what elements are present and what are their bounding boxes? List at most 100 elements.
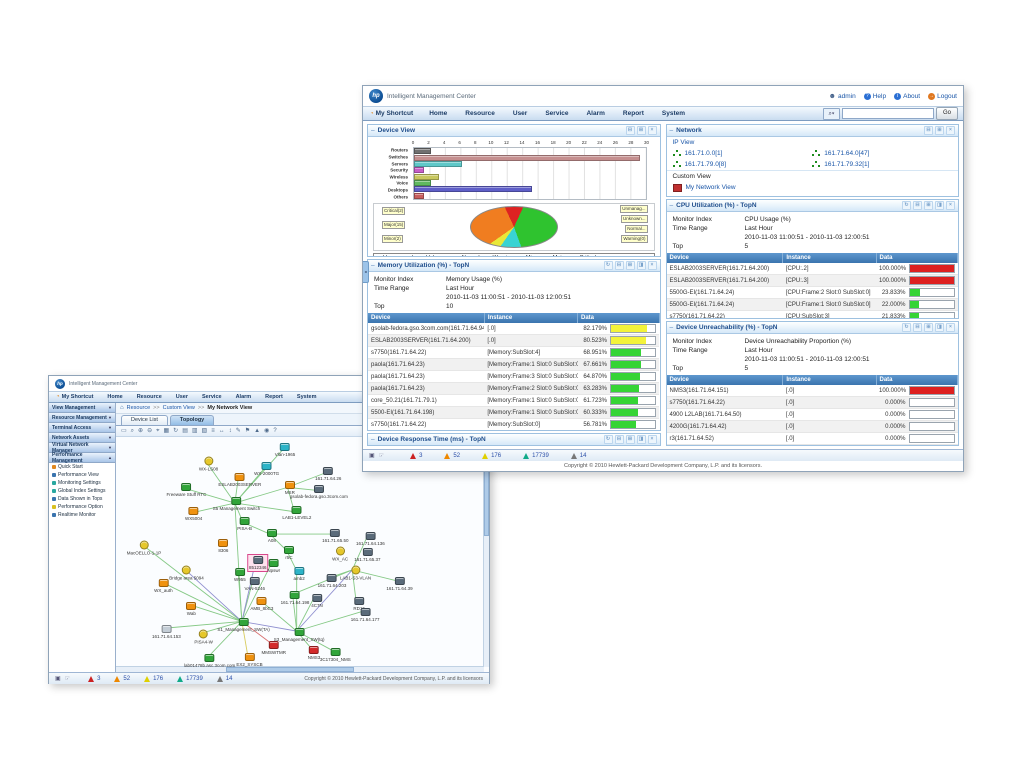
up-level-icon[interactable]: ▲ xyxy=(254,426,260,436)
alarm-info[interactable]: 14 xyxy=(217,676,233,682)
topology-node[interactable]: WX5004 xyxy=(185,507,202,521)
expand-icon[interactable]: ↔ xyxy=(219,426,225,436)
table-row[interactable]: 5500G-EI(161.71.64.24)[CPU:Frame:2 Slot:… xyxy=(667,287,958,299)
tab-topology[interactable]: Topology xyxy=(170,415,214,425)
topology-node[interactable]: gsolab-fedora.gso.3com.com xyxy=(290,485,348,499)
topology-canvas[interactable]: Vlan-1965WX-LS08WX-2000TG161.71.64.26ESL… xyxy=(116,437,489,672)
menu-item-home[interactable]: Home xyxy=(420,110,456,117)
minimize-icon[interactable]: ⊟ xyxy=(913,323,922,332)
menu-item-resource[interactable]: Resource xyxy=(456,110,504,117)
close-icon[interactable]: × xyxy=(648,435,657,444)
minimize-icon[interactable]: ⊟ xyxy=(913,201,922,210)
ip-view-link[interactable]: IP View xyxy=(673,139,695,146)
topology-node[interactable]: Bridge area 5094 xyxy=(169,565,204,580)
menu-item-home[interactable]: Home xyxy=(100,394,129,400)
menu-item-alarm[interactable]: Alarm xyxy=(229,394,259,400)
grid-icon[interactable]: ▦ xyxy=(164,426,170,436)
table-row[interactable]: s7750(161.71.64.22)[.0]0.000% xyxy=(667,397,958,409)
flag-icon[interactable]: ⚑ xyxy=(245,426,250,436)
table-row[interactable]: 4900 L2LAB(161.71.64.50)[.0]0.000% xyxy=(667,409,958,421)
list-icon[interactable]: ≡ xyxy=(211,426,215,436)
table-row[interactable]: core_50.21(161.71.79.1)[Memory:Frame:1 S… xyxy=(368,395,659,407)
topology-node[interactable]: WX_auth xyxy=(154,579,173,593)
table-row[interactable]: 5500-EI(161.71.64.198)[Memory:Frame:1 Sl… xyxy=(368,407,659,419)
topology-node[interactable]: Npswr xyxy=(267,559,280,573)
table-row[interactable]: ESLAB2003SERVER(161.71.64.200)[.0]80.523… xyxy=(368,335,659,347)
table-row[interactable]: paola(161.71.64.23)[Memory:Frame:1 Slot:… xyxy=(368,359,659,371)
table-row[interactable]: gsolab-fedora.gso.3com.com(161.71.64.94)… xyxy=(368,323,659,335)
topology-node[interactable]: 4C7N xyxy=(311,594,323,608)
topology-node[interactable]: 8512346 xyxy=(248,555,268,571)
table-row[interactable]: ESLAB2003SERVER(161.71.64.200)[CPU:.2]10… xyxy=(667,263,958,275)
select-icon[interactable]: ▭ xyxy=(121,426,127,436)
table-row[interactable]: paola(161.71.64.23)[Memory:Frame:2 Slot:… xyxy=(368,383,659,395)
table-row[interactable]: 5500G-EI(161.71.64.24)[CPU:Frame:1 Slot:… xyxy=(667,299,958,311)
sidebar-item-performance-view[interactable]: Performance View xyxy=(49,471,115,479)
edit-icon[interactable]: ✎ xyxy=(236,426,241,436)
sidebar-item-quick-start[interactable]: Quick Start xyxy=(49,463,115,471)
search-go-button[interactable]: Go xyxy=(936,107,958,120)
topology-node[interactable]: 161.71.64.26 xyxy=(315,467,341,481)
topology-node[interactable]: A08 xyxy=(267,529,277,543)
topology-node[interactable]: 8306 xyxy=(218,539,228,553)
my-shortcut-button[interactable]: ◔ My Shortcut xyxy=(49,394,100,400)
sidebar-item-data-shown-in-tops[interactable]: Data Shown in Tops xyxy=(49,495,115,503)
table-row[interactable]: NMS3(161.71.64.151)[.0]100.000% xyxy=(667,385,958,397)
collapse-left-column-handle[interactable]: ◂ xyxy=(363,261,369,283)
topology-node[interactable]: WX-LS08 xyxy=(199,456,218,471)
sidebar-item-realtime-monitor[interactable]: Realtime Monitor xyxy=(49,511,115,519)
menu-item-system[interactable]: System xyxy=(653,110,694,117)
maximize-icon[interactable]: ⊞ xyxy=(626,435,635,444)
minimize-icon[interactable]: ⊟ xyxy=(626,126,635,135)
menu-item-resource[interactable]: Resource xyxy=(130,394,169,400)
topology-node[interactable]: 3C17304_NMS xyxy=(320,648,351,662)
horizontal-scrollbar-thumb[interactable] xyxy=(226,667,353,672)
table-row[interactable]: s7750(161.71.64.22)[CPU:SubSlot:3]21.833… xyxy=(667,311,958,319)
topology-node[interactable]: LAB1-S3-VLAN xyxy=(340,565,371,580)
popout-icon[interactable]: ◨ xyxy=(935,323,944,332)
close-icon[interactable]: × xyxy=(946,201,955,210)
tab-device-list[interactable]: Device List xyxy=(121,415,168,425)
topology-node[interactable]: Wab xyxy=(186,602,196,616)
collapse-icon[interactable]: ↕ xyxy=(229,426,232,436)
maximize-icon[interactable]: ⊞ xyxy=(626,261,635,270)
refresh-icon[interactable]: ↻ xyxy=(604,435,613,444)
zoom-in-icon[interactable]: ⊕ xyxy=(138,426,143,436)
alarm-minor[interactable]: 176 xyxy=(482,453,501,459)
refresh-icon[interactable]: ↻ xyxy=(902,201,911,210)
sidebar-group-performance-management[interactable]: Performance Management▲ xyxy=(49,453,115,463)
maximize-icon[interactable]: ⊞ xyxy=(637,126,646,135)
close-icon[interactable]: × xyxy=(946,323,955,332)
topology-node[interactable]: S5 Management Switch xyxy=(213,497,261,511)
menu-item-report[interactable]: Report xyxy=(614,110,653,117)
popout-icon[interactable]: ◨ xyxy=(935,201,944,210)
topology-node[interactable]: 161.71.65.50 xyxy=(322,529,348,543)
about-link[interactable]: iAbout xyxy=(894,93,920,100)
subnet-link[interactable]: 161.71.64.0[47] xyxy=(812,148,952,159)
maximize-icon[interactable]: ⊞ xyxy=(924,201,933,210)
menu-item-user[interactable]: User xyxy=(504,110,536,117)
layout-tree-icon[interactable]: ▧ xyxy=(202,426,208,436)
topology-node[interactable]: r5C xyxy=(284,546,294,560)
sidebar-group-resource-management[interactable]: Resource Management▼ xyxy=(49,413,115,423)
sidebar-group-terminal-access[interactable]: Terminal Access▼ xyxy=(49,423,115,433)
sidebar-group-view-management[interactable]: View Management▼ xyxy=(49,403,115,413)
search-input[interactable] xyxy=(842,108,934,119)
topology-node[interactable]: 161.71.64.39 xyxy=(386,577,412,591)
table-row[interactable]: 5500G-EI(161.71.64.24)[Memory:Frame:2 Sl… xyxy=(368,431,659,432)
sidebar-item-monitoring-settings[interactable]: Monitoring Settings xyxy=(49,479,115,487)
menu-item-service[interactable]: Service xyxy=(195,394,229,400)
subnet-link[interactable]: 161.71.0.0[1] xyxy=(673,148,813,159)
alarm-major[interactable]: 52 xyxy=(444,453,460,459)
topology-node[interactable]: S1_Management_SW(TA) xyxy=(217,618,269,632)
my-network-view-link[interactable]: My Network View xyxy=(686,184,736,191)
table-row[interactable]: 4200G(161.71.64.42)[.0]0.000% xyxy=(667,421,958,433)
breadcrumb-link[interactable]: Custom View xyxy=(163,405,195,411)
maximize-icon[interactable]: ⊞ xyxy=(924,323,933,332)
topology-node[interactable]: 161.71.65.37 xyxy=(354,548,380,562)
zoom-out-icon[interactable]: ⊖ xyxy=(147,426,152,436)
table-row[interactable]: paola(161.71.64.23)[Memory:Frame:3 Slot:… xyxy=(368,371,659,383)
topology-node[interactable]: MMSWTMR xyxy=(262,641,287,655)
alarm-recovered[interactable]: 17739 xyxy=(523,453,549,459)
subnet-link[interactable]: 161.71.79.0[8] xyxy=(673,159,813,170)
